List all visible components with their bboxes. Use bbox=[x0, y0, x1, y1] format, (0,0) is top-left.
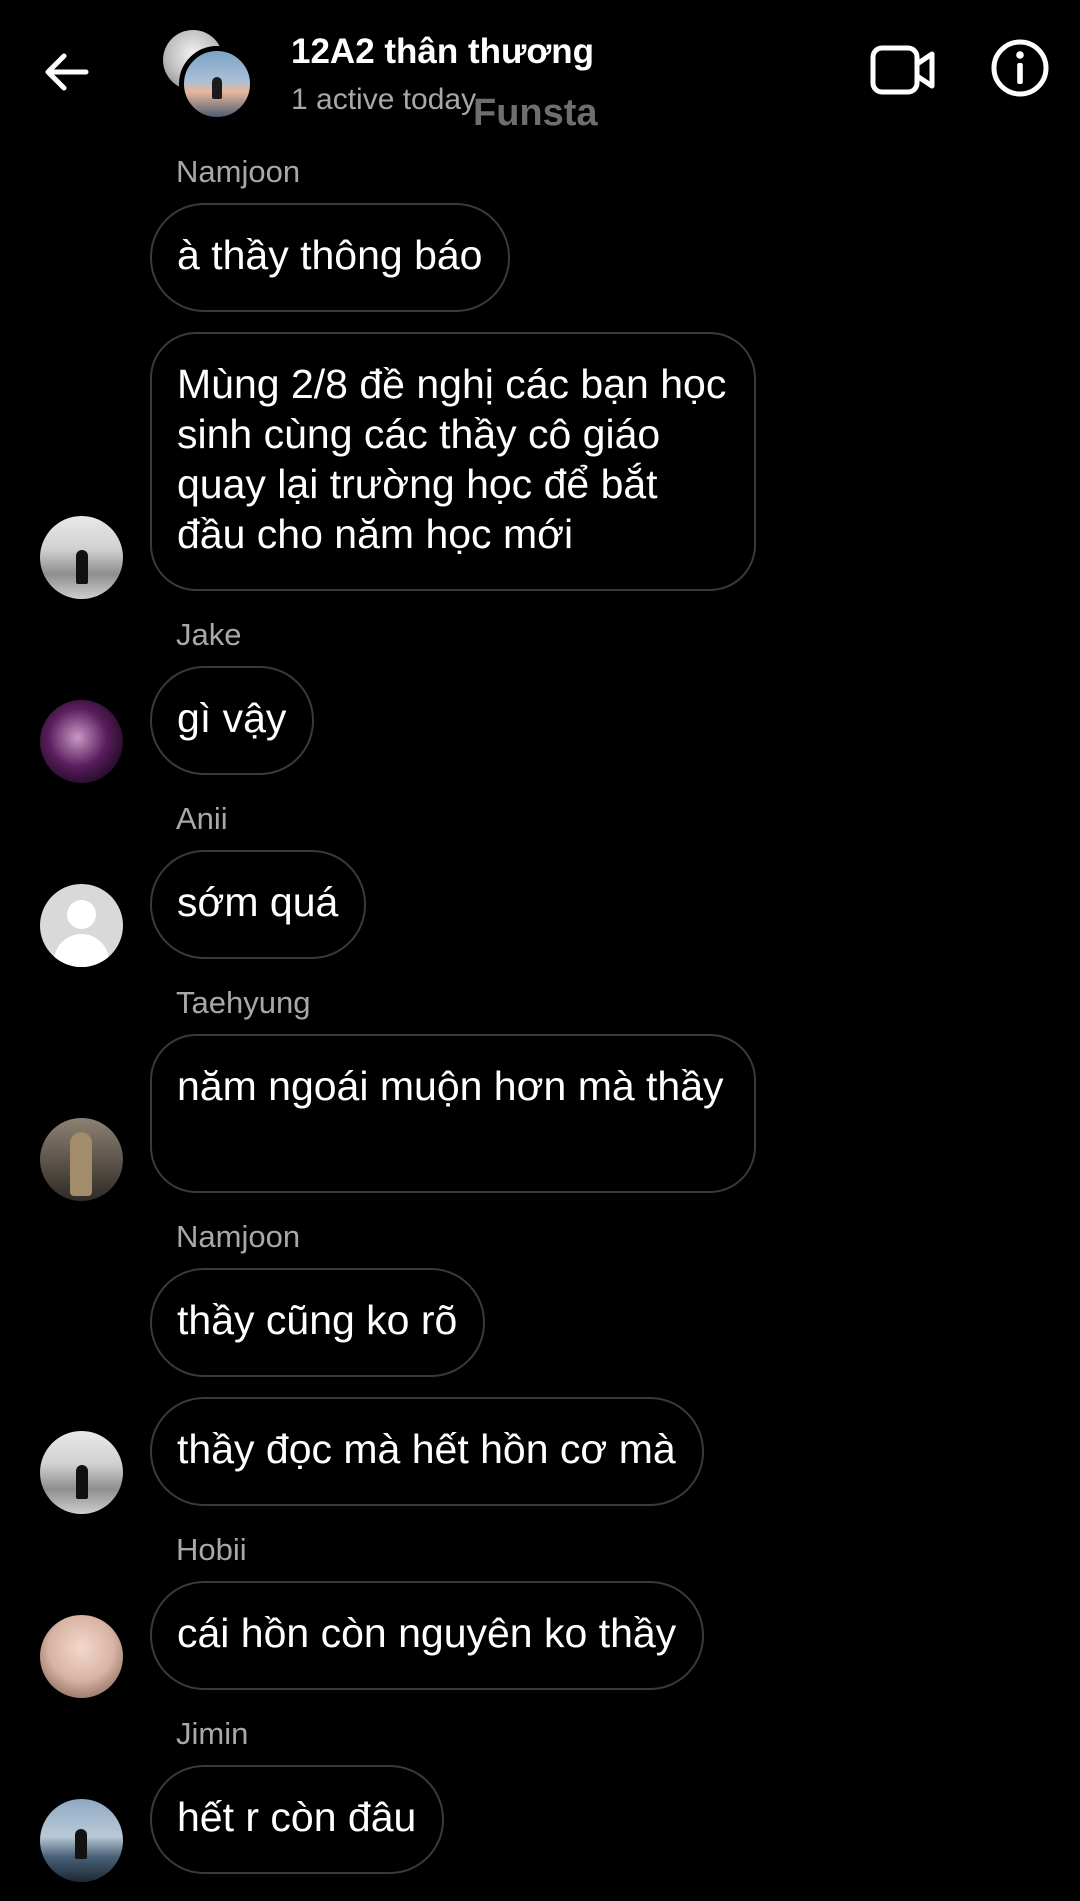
sender-name: Namjoon bbox=[176, 154, 301, 189]
message-bubble[interactable]: năm ngoái muộn hơn mà thầy bbox=[150, 1034, 756, 1193]
avatar[interactable] bbox=[40, 1118, 123, 1201]
sender-name: Namjoon bbox=[176, 1219, 301, 1254]
sender-name: Anii bbox=[176, 801, 228, 836]
back-button[interactable] bbox=[36, 42, 96, 102]
message-bubble[interactable]: thầy cũng ko rõ bbox=[150, 1268, 486, 1377]
sender-name: Hobii bbox=[176, 1532, 247, 1567]
message-bubble[interactable]: cái hồn còn nguyên ko thầy bbox=[150, 1581, 705, 1690]
video-call-button[interactable] bbox=[868, 40, 938, 100]
chat-title[interactable]: 12A2 thân thương bbox=[291, 32, 594, 72]
avatar[interactable] bbox=[40, 1431, 123, 1514]
avatar[interactable] bbox=[40, 516, 123, 599]
arrow-left-icon bbox=[45, 53, 89, 91]
message-bubble[interactable]: sớm quá bbox=[150, 850, 367, 959]
message-bubble[interactable]: hết r còn đâu bbox=[150, 1765, 445, 1874]
video-camera-icon bbox=[870, 45, 935, 95]
active-status: 1 active today bbox=[291, 83, 477, 116]
watermark: Funsta bbox=[473, 92, 598, 134]
message-bubble[interactable]: gì vậy bbox=[150, 666, 315, 775]
avatar[interactable] bbox=[40, 1615, 123, 1698]
info-icon bbox=[991, 39, 1049, 97]
avatar[interactable] bbox=[40, 1799, 123, 1882]
message-bubble[interactable]: thầy đọc mà hết hồn cơ mà bbox=[150, 1397, 704, 1506]
message-bubble[interactable]: Mùng 2/8 đề nghị các bạn học sinh cùng c… bbox=[150, 332, 756, 591]
chat-header: 12A2 thân thương 1 active today Funsta bbox=[0, 0, 1080, 150]
sender-name: Taehyung bbox=[176, 985, 311, 1020]
group-avatar-front bbox=[179, 46, 255, 122]
avatar[interactable] bbox=[40, 884, 123, 967]
message-bubble[interactable]: à thầy thông báo bbox=[150, 203, 511, 312]
sender-name: Jimin bbox=[176, 1716, 249, 1751]
avatar[interactable] bbox=[40, 700, 123, 783]
chat-screen: 12A2 thân thương 1 active today Funsta N… bbox=[0, 0, 1080, 1901]
info-button[interactable] bbox=[988, 36, 1052, 100]
sender-name: Jake bbox=[176, 617, 242, 652]
group-avatar[interactable] bbox=[163, 30, 255, 122]
